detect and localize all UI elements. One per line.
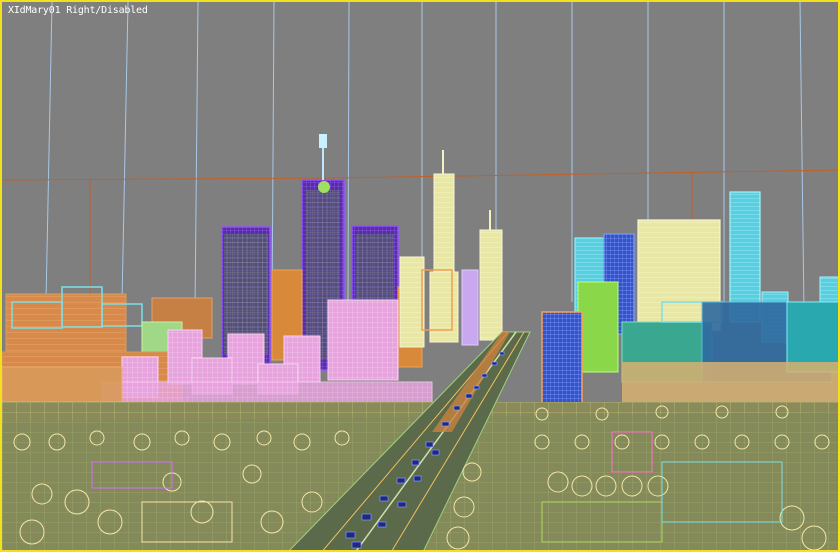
viewport-label-menu[interactable]: XIdMary01 Right/Disabled	[8, 5, 148, 16]
tower-ivory-tall	[429, 150, 459, 343]
tower-ivory-right	[479, 210, 503, 341]
wireframe-scene	[2, 2, 838, 550]
viewport-panel[interactable]: XIdMary01 Right/Disabled	[0, 0, 840, 552]
